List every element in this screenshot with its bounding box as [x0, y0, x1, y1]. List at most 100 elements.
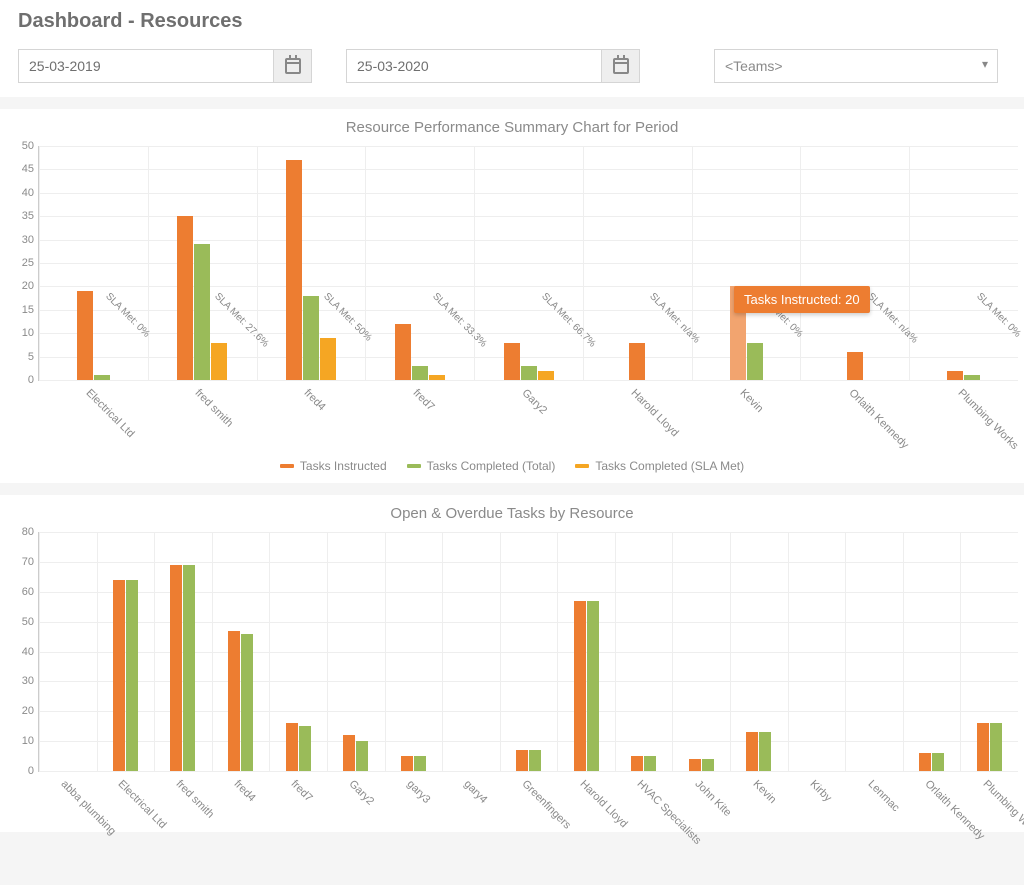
- chart1-area: 05101520253035404550 Tasks Instructed: 2…: [38, 146, 1018, 451]
- chart2-plot[interactable]: [38, 532, 1018, 772]
- page-title: Dashboard - Resources: [0, 0, 1024, 41]
- bar[interactable]: [414, 756, 426, 771]
- bar[interactable]: [947, 371, 963, 380]
- bar-group[interactable]: [269, 532, 327, 771]
- bar-group[interactable]: [730, 532, 788, 771]
- bar[interactable]: [183, 565, 195, 771]
- bar[interactable]: [299, 726, 311, 771]
- chart2-y-axis: 01020304050607080: [8, 532, 38, 822]
- bar[interactable]: [847, 352, 863, 380]
- bar[interactable]: [228, 631, 240, 771]
- bar-group[interactable]: [788, 532, 846, 771]
- bar[interactable]: [286, 723, 298, 771]
- chart1-plot[interactable]: Tasks Instructed: 20 SLA Met: 0%SLA Met:…: [38, 146, 1018, 381]
- date-from-field[interactable]: [18, 49, 312, 83]
- chart-title: Open & Overdue Tasks by Resource: [0, 505, 1024, 522]
- bar[interactable]: [429, 375, 445, 380]
- bar-group[interactable]: [148, 146, 257, 380]
- bar[interactable]: [747, 343, 763, 380]
- bar[interactable]: [932, 753, 944, 771]
- bar[interactable]: [516, 750, 528, 771]
- bar-group[interactable]: [557, 532, 615, 771]
- bar[interactable]: [194, 244, 210, 380]
- bar-group[interactable]: [615, 532, 673, 771]
- bar[interactable]: [529, 750, 541, 771]
- bar-group[interactable]: [692, 146, 801, 380]
- performance-chart-panel: Resource Performance Summary Chart for P…: [0, 109, 1024, 483]
- bar[interactable]: [977, 723, 989, 771]
- bar-group[interactable]: [845, 532, 903, 771]
- tooltip: Tasks Instructed: 20: [734, 286, 870, 313]
- bar-group[interactable]: [97, 532, 155, 771]
- bar[interactable]: [412, 366, 428, 380]
- date-to-input[interactable]: [347, 50, 601, 82]
- bar-group[interactable]: [154, 532, 212, 771]
- bar-group[interactable]: [385, 532, 443, 771]
- bar-group[interactable]: [903, 532, 961, 771]
- bar[interactable]: [241, 634, 253, 771]
- bar[interactable]: [126, 580, 138, 771]
- bar-group[interactable]: [961, 532, 1019, 771]
- bar-group[interactable]: [474, 146, 583, 380]
- bar-group[interactable]: [583, 146, 692, 380]
- bar[interactable]: [629, 343, 645, 380]
- bar[interactable]: [94, 375, 110, 380]
- bar-group[interactable]: [39, 146, 148, 380]
- bar-group[interactable]: [800, 146, 909, 380]
- bar[interactable]: [343, 735, 355, 771]
- bar-group[interactable]: [909, 146, 1018, 380]
- calendar-icon: [285, 58, 301, 74]
- legend-item[interactable]: Tasks Completed (Total): [407, 459, 556, 473]
- date-from-picker-button[interactable]: [273, 50, 311, 82]
- bar[interactable]: [401, 756, 413, 771]
- bar[interactable]: [521, 366, 537, 380]
- bar-group[interactable]: [212, 532, 270, 771]
- filters-row: <Teams>: [0, 41, 1024, 97]
- bar[interactable]: [587, 601, 599, 771]
- chart2-x-labels: abba plumbingElectrical Ltdfred smithfre…: [38, 772, 1018, 822]
- chart-title: Resource Performance Summary Chart for P…: [0, 119, 1024, 136]
- legend-item[interactable]: Tasks Completed (SLA Met): [575, 459, 744, 473]
- bar[interactable]: [395, 324, 411, 380]
- bar[interactable]: [574, 601, 586, 771]
- bar[interactable]: [320, 338, 336, 380]
- bar[interactable]: [286, 160, 302, 380]
- bar-group[interactable]: [442, 532, 500, 771]
- bar-group[interactable]: [39, 532, 97, 771]
- bar[interactable]: [702, 759, 714, 771]
- bar[interactable]: [689, 759, 701, 771]
- date-from-input[interactable]: [19, 50, 273, 82]
- bar[interactable]: [644, 756, 656, 771]
- bar-group[interactable]: [500, 532, 558, 771]
- teams-select[interactable]: <Teams>: [714, 49, 998, 83]
- bar[interactable]: [990, 723, 1002, 771]
- bar[interactable]: [113, 580, 125, 771]
- teams-select-wrap: <Teams>: [714, 49, 998, 83]
- bar[interactable]: [77, 291, 93, 380]
- chart1-y-axis: 05101520253035404550: [8, 146, 38, 451]
- chart2-area: 01020304050607080 abba plumbingElectrica…: [38, 532, 1018, 822]
- bar[interactable]: [177, 216, 193, 380]
- bar[interactable]: [303, 296, 319, 380]
- bar[interactable]: [759, 732, 771, 771]
- bar[interactable]: [356, 741, 368, 771]
- legend-item[interactable]: Tasks Instructed: [280, 459, 387, 473]
- chart1-x-labels: Electrical Ltdfred smithfred4fred7Gary2H…: [38, 381, 1018, 451]
- bar-group[interactable]: [257, 146, 366, 380]
- bar[interactable]: [746, 732, 758, 771]
- bar[interactable]: [964, 375, 980, 380]
- bar[interactable]: [919, 753, 931, 771]
- bar[interactable]: [631, 756, 643, 771]
- bar-group[interactable]: [673, 532, 731, 771]
- bar[interactable]: [538, 371, 554, 380]
- open-overdue-chart-panel: Open & Overdue Tasks by Resource 0102030…: [0, 495, 1024, 832]
- date-to-field[interactable]: [346, 49, 640, 83]
- bar-group[interactable]: [365, 146, 474, 380]
- calendar-icon: [613, 58, 629, 74]
- bar[interactable]: [170, 565, 182, 771]
- bar[interactable]: [504, 343, 520, 380]
- bar-group[interactable]: [327, 532, 385, 771]
- bar[interactable]: [211, 343, 227, 380]
- date-to-picker-button[interactable]: [601, 50, 639, 82]
- chart1-legend: Tasks Instructed Tasks Completed (Total) T…: [0, 457, 1024, 473]
